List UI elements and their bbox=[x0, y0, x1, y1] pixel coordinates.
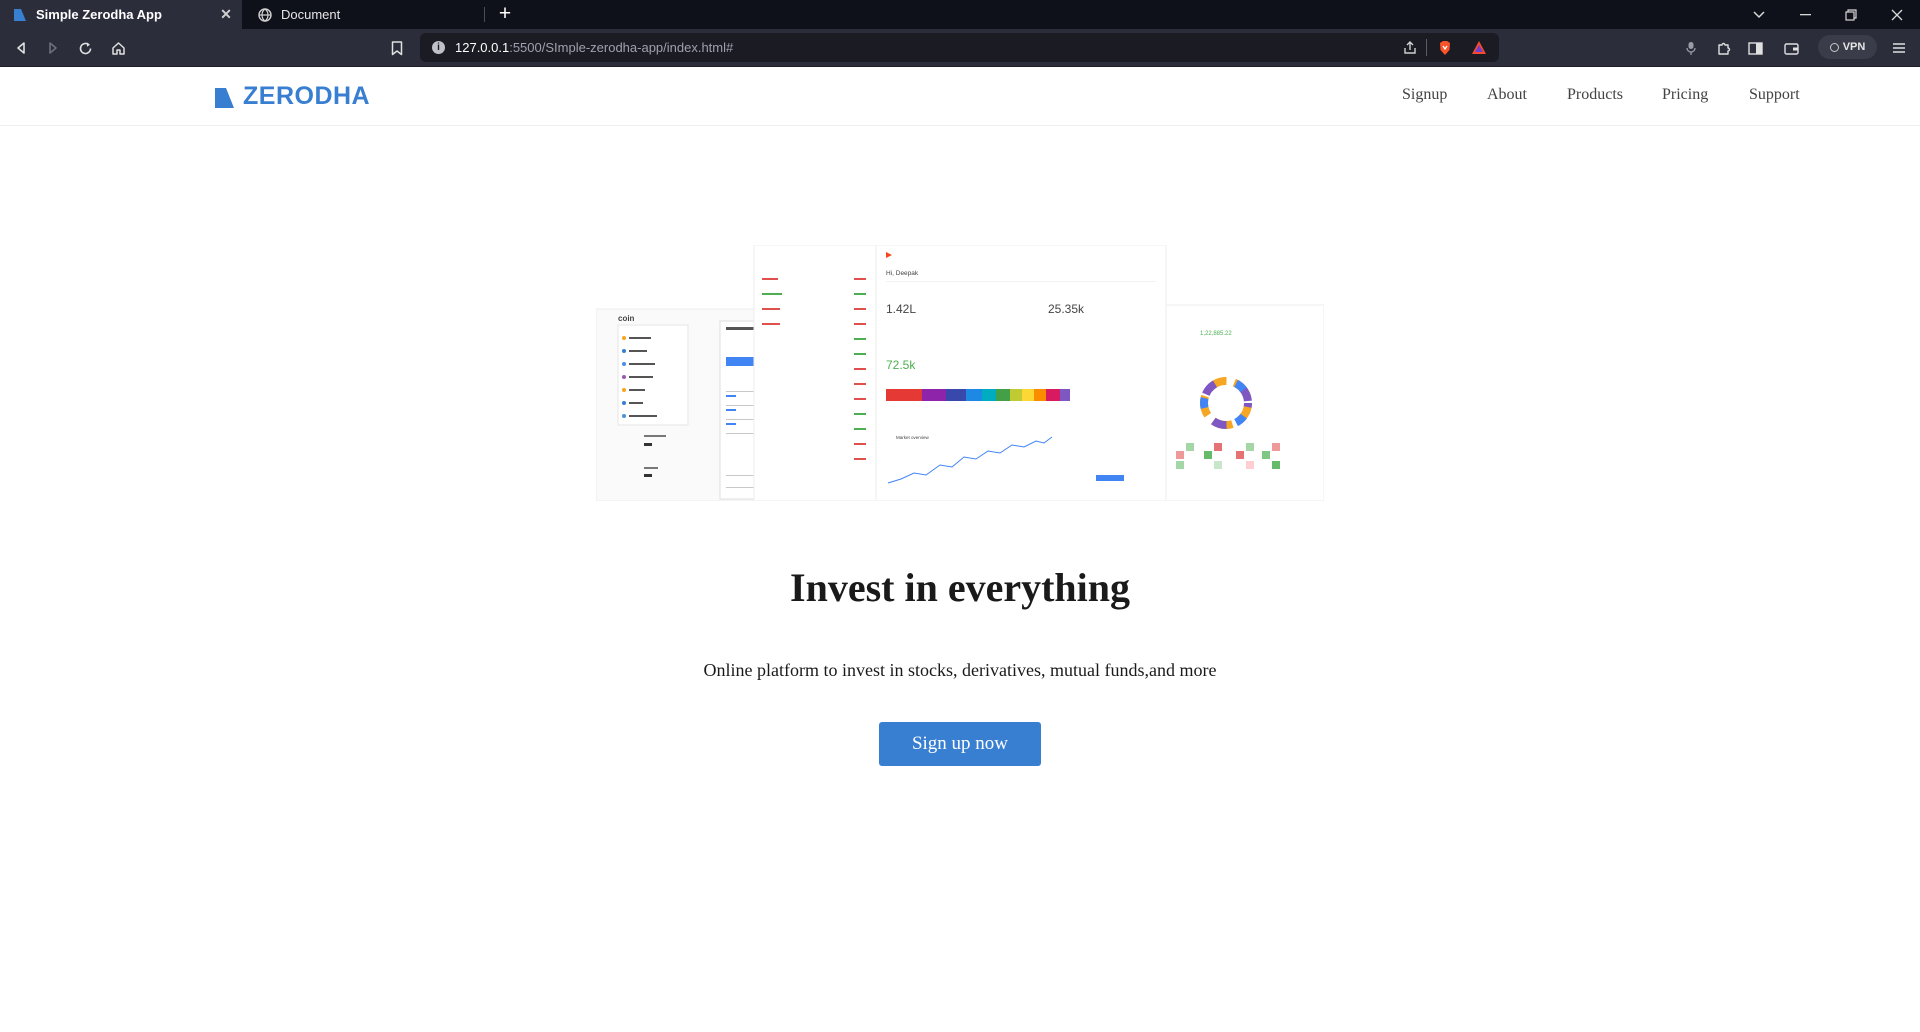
wallet-icon[interactable] bbox=[1780, 37, 1802, 59]
brave-rewards-icon[interactable] bbox=[1471, 40, 1487, 56]
tab-simple-zerodha-app[interactable]: Simple Zerodha App ✕ bbox=[0, 0, 242, 29]
url-divider bbox=[1426, 39, 1427, 56]
site-info-icon[interactable]: i bbox=[432, 41, 445, 54]
url-host: 127.0.0.1 bbox=[455, 40, 510, 55]
equity-value: 1.42L bbox=[886, 302, 916, 316]
holdings-value: 72.5k bbox=[886, 358, 916, 372]
url-text[interactable]: 127.0.0.1:5500/SImple-zerodha-app/index.… bbox=[455, 40, 733, 55]
kite-greeting: Hi, Deepak bbox=[886, 270, 919, 277]
menu-icon[interactable] bbox=[1888, 37, 1910, 59]
browser-tab-bar: Simple Zerodha App ✕ Document + bbox=[0, 0, 1920, 29]
sign-up-now-button[interactable]: Sign up now bbox=[879, 722, 1041, 766]
close-tab-icon[interactable]: ✕ bbox=[218, 6, 234, 22]
tab-title: Simple Zerodha App bbox=[36, 7, 162, 22]
tab-divider bbox=[484, 7, 485, 22]
share-icon[interactable] bbox=[1402, 40, 1418, 56]
nav-link-support[interactable]: Support bbox=[1749, 86, 1800, 104]
new-tab-button[interactable]: + bbox=[495, 3, 515, 24]
minimize-button[interactable] bbox=[1782, 0, 1828, 29]
nav-link-products[interactable]: Products bbox=[1567, 86, 1623, 104]
brave-shields-icon[interactable] bbox=[1437, 40, 1453, 56]
close-window-button[interactable] bbox=[1874, 0, 1920, 29]
browser-toolbar: i 127.0.0.1:5500/SImple-zerodha-app/inde… bbox=[0, 29, 1920, 67]
globe-icon bbox=[258, 7, 272, 22]
logo-text: ZERODHA bbox=[243, 82, 371, 110]
back-button[interactable] bbox=[10, 37, 32, 59]
nav-link-signup[interactable]: Signup bbox=[1402, 86, 1447, 104]
forward-button[interactable] bbox=[42, 37, 64, 59]
tab-document[interactable]: Document bbox=[245, 0, 482, 29]
extensions-icon[interactable] bbox=[1712, 37, 1734, 59]
page-content: ZERODHA Signup About Products Pricing Su… bbox=[0, 67, 1920, 1032]
tab-title: Document bbox=[281, 7, 341, 22]
tab-search-icon[interactable] bbox=[1736, 0, 1782, 29]
hero-title: Invest in everything bbox=[790, 565, 1130, 610]
url-path: :5500/SImple-zerodha-app/index.html# bbox=[509, 40, 734, 55]
vpn-status-icon bbox=[1829, 42, 1839, 52]
vpn-button[interactable]: VPN bbox=[1818, 35, 1877, 59]
coin-label: coin bbox=[618, 314, 635, 323]
hero-subtitle: Online platform to invest in stocks, der… bbox=[703, 660, 1217, 680]
commodity-value: 25.35k bbox=[1048, 302, 1085, 316]
sidebar-icon[interactable] bbox=[1744, 37, 1766, 59]
pocket-icon[interactable] bbox=[1680, 37, 1702, 59]
nav-link-pricing[interactable]: Pricing bbox=[1662, 86, 1708, 104]
zerodha-logo[interactable]: ZERODHA bbox=[215, 82, 370, 111]
hero-dashboard-image: coin Hi, Deepak 1.42L 25.35k 72.5k Marke… bbox=[596, 245, 1324, 501]
restore-button[interactable] bbox=[1828, 0, 1874, 29]
bookmark-icon[interactable] bbox=[386, 37, 408, 59]
nav-link-about[interactable]: About bbox=[1487, 86, 1527, 104]
zerodha-favicon-icon bbox=[14, 8, 26, 21]
zerodha-logo-icon bbox=[215, 87, 234, 108]
reload-button[interactable] bbox=[74, 37, 96, 59]
vpn-label: VPN bbox=[1842, 41, 1866, 53]
market-overview-label: Market overview bbox=[896, 435, 930, 440]
address-bar[interactable]: i 127.0.0.1:5500/SImple-zerodha-app/inde… bbox=[420, 33, 1499, 62]
navbar: ZERODHA Signup About Products Pricing Su… bbox=[0, 67, 1920, 126]
unrealised-value: 1,22,885.22 bbox=[1200, 331, 1232, 337]
home-button[interactable] bbox=[107, 37, 129, 59]
